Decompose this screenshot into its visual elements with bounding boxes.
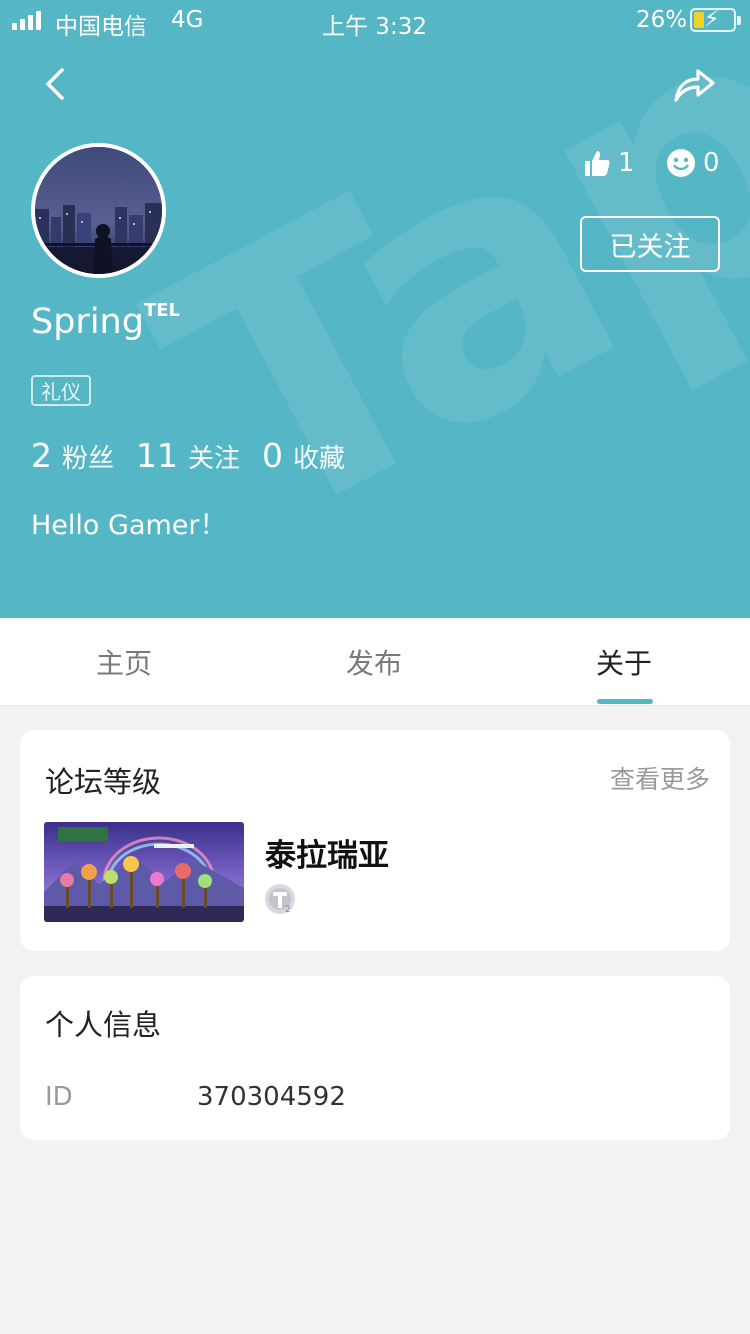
followed-button[interactable]: 已关注 (580, 216, 720, 272)
battery-percent: 26% (636, 7, 688, 33)
user-bio: Hello Gamer！ (31, 510, 227, 541)
clock: 上午 3:32 (322, 14, 427, 40)
terraria-artwork (44, 822, 244, 922)
share-arrow-icon (674, 69, 715, 102)
status-bar: 中国电信 4G 上午 3:32 26% ⚡ (0, 0, 750, 42)
network-type: 4G (171, 7, 204, 33)
see-more-link[interactable]: 查看更多 (610, 760, 710, 796)
svg-text:2: 2 (285, 905, 291, 915)
level-badge-icon: 2 (264, 883, 296, 915)
personal-info-title: 个人信息 (45, 1008, 162, 1042)
tab-bar: 主页 发布 关于 (0, 618, 750, 706)
avatar[interactable] (31, 143, 166, 278)
like-stat[interactable]: 1 (582, 148, 635, 178)
forum-level-card: 论坛等级 查看更多 泰拉瑞亚 2 (20, 730, 730, 951)
back-button[interactable] (38, 62, 78, 106)
thumbs-up-icon (585, 151, 610, 176)
favorites-count[interactable]: 0 (262, 436, 283, 475)
battery-icon: ⚡ (690, 7, 741, 32)
tab-about[interactable]: 关于 (549, 618, 699, 706)
tab-home[interactable]: 主页 (49, 618, 199, 706)
user-tag-badge: 礼仪 (31, 375, 91, 406)
user-stats: 2 粉丝 11 关注 0 收藏 (31, 436, 367, 475)
chevron-left-icon (46, 68, 64, 100)
game-name[interactable]: 泰拉瑞亚 (265, 830, 389, 875)
personal-info-card: 个人信息 ID 370304592 (20, 976, 730, 1140)
username-text: Spring (31, 302, 144, 342)
smiley-icon (667, 149, 695, 177)
emoji-count: 0 (703, 148, 720, 178)
id-label: ID (45, 1082, 73, 1112)
active-tab-indicator (597, 699, 653, 704)
game-thumbnail[interactable] (44, 822, 244, 922)
forum-level-title: 论坛等级 (45, 765, 162, 799)
emoji-stat[interactable]: 0 (666, 148, 720, 178)
carrier-name: 中国电信 (55, 14, 147, 40)
following-count[interactable]: 11 (136, 436, 178, 475)
profile-header: Tap 中国电信 4G 上午 3:32 26% ⚡ 1 0 已关注 Spring… (0, 0, 750, 618)
like-count: 1 (618, 148, 635, 178)
following-label[interactable]: 关注 (188, 438, 240, 475)
avatar-image (35, 147, 162, 274)
tab-posts[interactable]: 发布 (299, 618, 449, 706)
username-superscript: TEL (143, 300, 180, 322)
share-button[interactable] (670, 62, 718, 106)
id-value: 370304592 (197, 1082, 346, 1112)
fans-count[interactable]: 2 (31, 436, 52, 475)
signal-icon (12, 10, 41, 30)
username: SpringTEL (31, 300, 180, 342)
fans-label[interactable]: 粉丝 (62, 438, 114, 475)
favorites-label[interactable]: 收藏 (293, 438, 345, 475)
